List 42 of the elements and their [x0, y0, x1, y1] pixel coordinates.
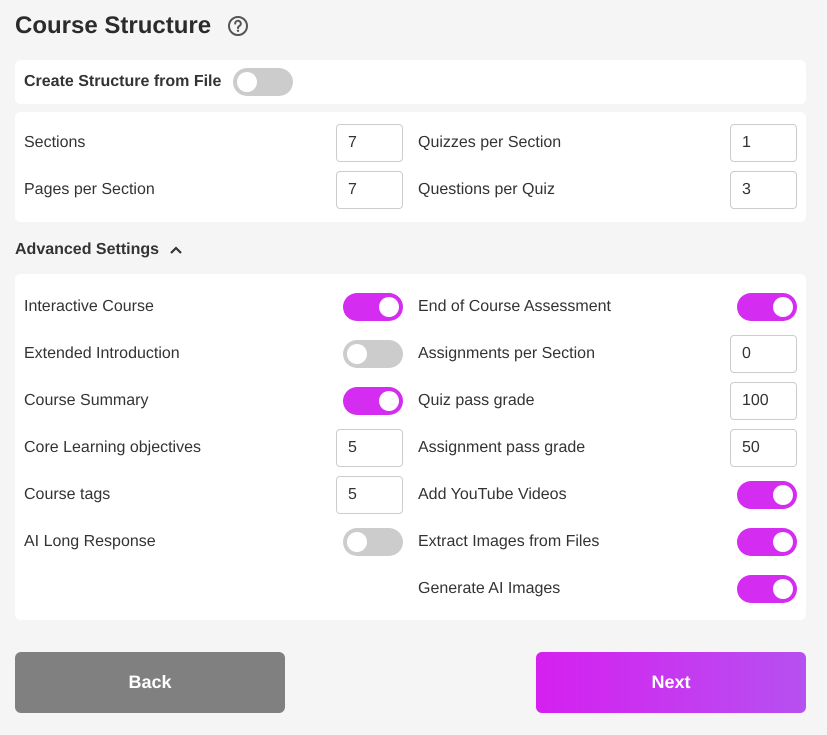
number-field[interactable]: 100: [730, 382, 797, 420]
toggle-switch[interactable]: [343, 387, 403, 415]
setting-label: Questions per Quiz: [418, 181, 555, 199]
setting-label: Assignment pass grade: [418, 439, 586, 457]
toggle-switch[interactable]: [737, 293, 797, 321]
setting-label: Course Summary: [24, 392, 148, 410]
caret-icon[interactable]: [169, 245, 184, 255]
setting-label: Quiz pass grade: [418, 392, 535, 410]
number-field[interactable]: 0: [730, 335, 797, 373]
setting-label: Extract Images from Files: [418, 533, 600, 551]
setting-label: Quizzes per Section: [418, 134, 562, 152]
next-button[interactable]: Next: [536, 652, 806, 713]
toggle-switch[interactable]: [737, 481, 797, 509]
setting-label: Generate AI Images: [418, 580, 560, 598]
advanced-settings-toggle[interactable]: Advanced Settings: [15, 238, 806, 262]
page-title: Course Structure: [15, 12, 212, 40]
number-field[interactable]: 1: [730, 124, 797, 162]
setting-label: End of Course Assessment: [418, 298, 611, 316]
toggle-switch[interactable]: [737, 575, 797, 603]
setting-label: Sections: [24, 134, 86, 152]
help-icon[interactable]: [227, 15, 250, 37]
setting-label: Create Structure from File: [24, 73, 222, 91]
number-field[interactable]: 3: [730, 171, 797, 209]
number-field[interactable]: 5: [336, 476, 403, 514]
toggle-switch[interactable]: [343, 340, 403, 368]
number-field[interactable]: 50: [730, 429, 797, 467]
toggle-switch[interactable]: [343, 293, 403, 321]
number-field[interactable]: 7: [336, 171, 403, 209]
number-field[interactable]: 5: [336, 429, 403, 467]
setting-label: Assignments per Section: [418, 345, 595, 363]
setting-label: Core Learning objectives: [24, 439, 201, 457]
toggle-switch[interactable]: [343, 528, 403, 556]
setting-label: Course tags: [24, 486, 110, 504]
toggle-switch[interactable]: [233, 68, 294, 96]
number-field[interactable]: 7: [336, 124, 403, 162]
back-button[interactable]: Back: [15, 652, 285, 713]
setting-label: Extended Introduction: [24, 345, 180, 363]
setting-label: Interactive Course: [24, 298, 154, 316]
setting-label: AI Long Response: [24, 533, 156, 551]
setting-label: Add YouTube Videos: [418, 486, 567, 504]
toggle-switch[interactable]: [737, 528, 797, 556]
setting-label: Pages per Section: [24, 181, 155, 199]
